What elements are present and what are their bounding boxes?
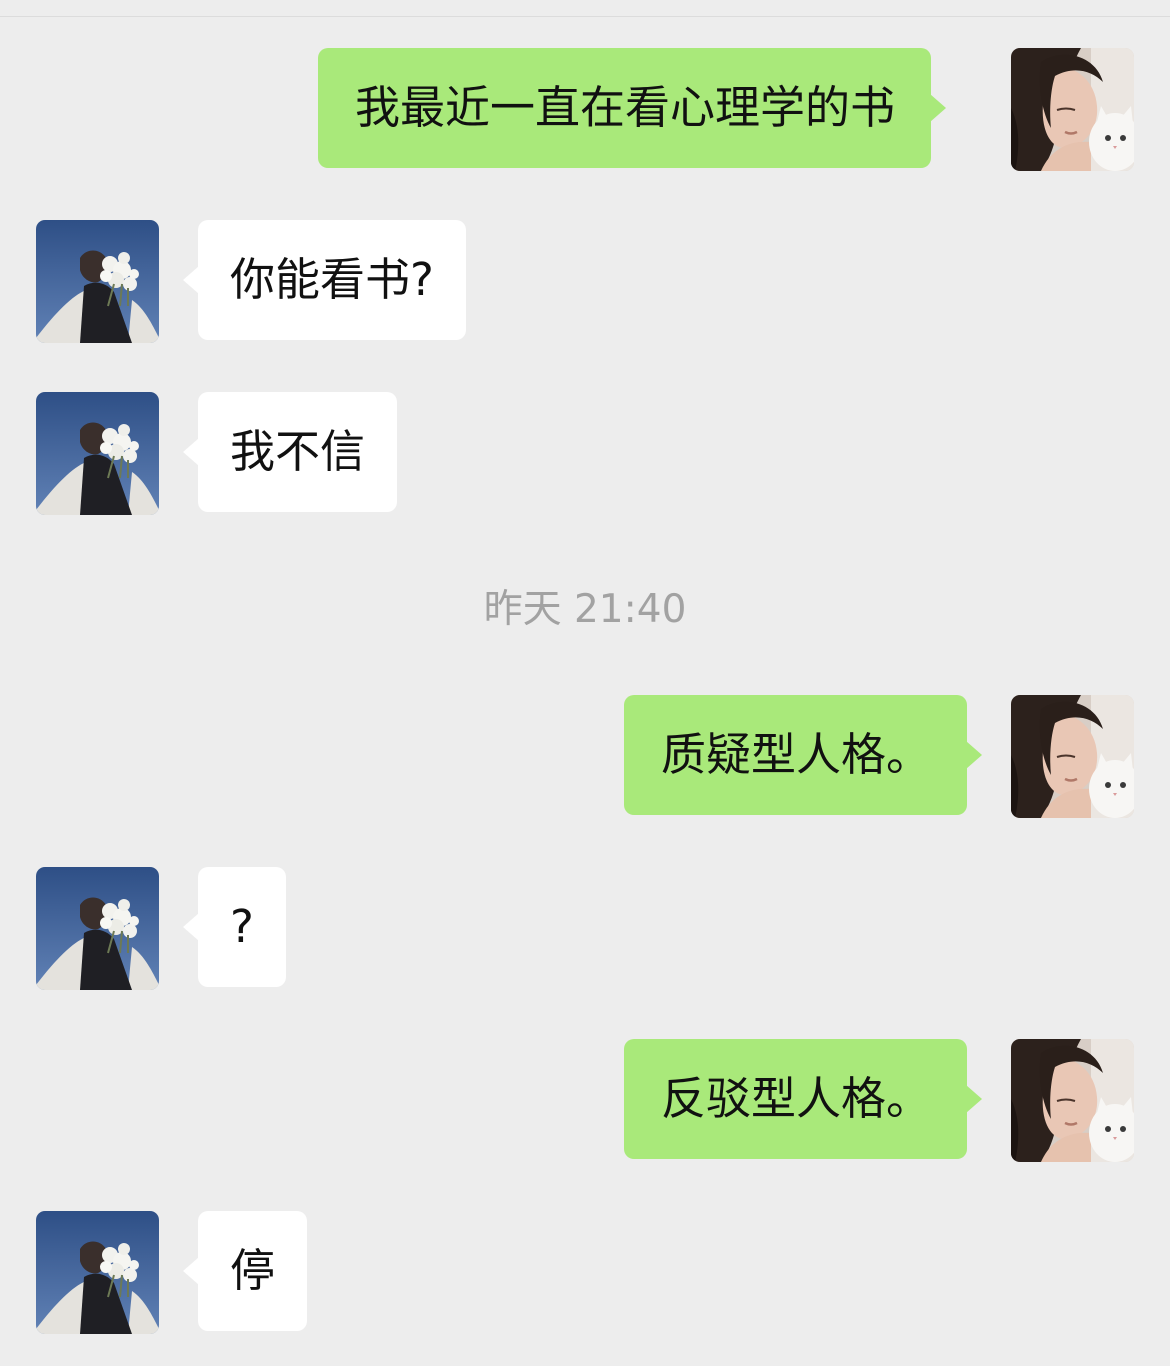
message-bubble-received[interactable]: 我不信 bbox=[182, 392, 398, 512]
avatar-person-with-flowers-icon bbox=[36, 392, 159, 515]
avatar-person-with-flowers-icon bbox=[36, 867, 159, 990]
message-bubble-received[interactable]: ? bbox=[183, 867, 286, 987]
message-bubble-sent[interactable]: 反驳型人格。 bbox=[624, 1039, 983, 1159]
message-text: 我最近一直在看心理学的书 bbox=[355, 81, 896, 134]
avatar-person-with-flowers-icon bbox=[36, 1211, 159, 1334]
message-bubble-sent[interactable]: 质疑型人格。 bbox=[624, 695, 983, 815]
avatar-girl-with-cat-icon bbox=[1011, 1039, 1134, 1162]
my-avatar-icon[interactable] bbox=[1011, 48, 1134, 171]
message-text: 反驳型人格。 bbox=[661, 1072, 932, 1125]
my-avatar-icon[interactable] bbox=[1011, 695, 1134, 818]
avatar-girl-with-cat-icon bbox=[1011, 48, 1134, 171]
top-divider bbox=[0, 16, 1170, 17]
message-timestamp: 昨天 21:40 bbox=[483, 587, 687, 632]
message-bubble-received[interactable]: 你能看书? bbox=[183, 220, 466, 340]
message-text: 我不信 bbox=[230, 425, 366, 478]
message-text: 你能看书? bbox=[230, 253, 434, 306]
their-avatar-icon[interactable] bbox=[36, 1211, 159, 1334]
avatar-person-with-flowers-icon bbox=[36, 220, 159, 343]
message-text: ? bbox=[230, 900, 254, 953]
message-bubble-received[interactable]: 停 bbox=[182, 1211, 308, 1331]
their-avatar-icon[interactable] bbox=[36, 392, 159, 515]
their-avatar-icon[interactable] bbox=[36, 220, 159, 343]
message-bubble-sent[interactable]: 我最近一直在看心理学的书 bbox=[318, 48, 947, 168]
avatar-girl-with-cat-icon bbox=[1011, 695, 1134, 818]
message-text: 停 bbox=[230, 1244, 276, 1297]
message-text: 质疑型人格。 bbox=[661, 728, 932, 781]
my-avatar-icon[interactable] bbox=[1011, 1039, 1134, 1162]
their-avatar-icon[interactable] bbox=[36, 867, 159, 990]
